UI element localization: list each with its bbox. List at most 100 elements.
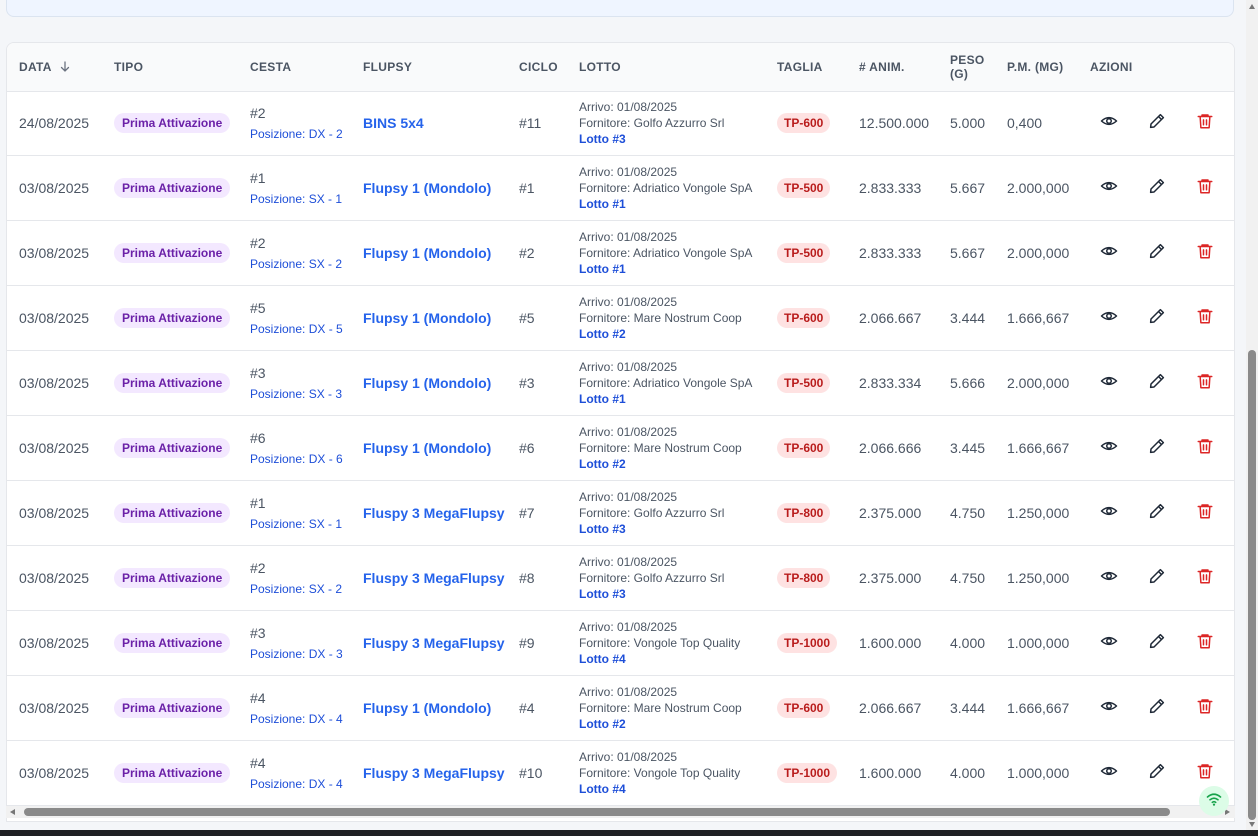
view-button[interactable] [1099, 373, 1119, 393]
edit-button[interactable] [1147, 373, 1167, 393]
delete-button[interactable] [1195, 438, 1215, 458]
cell-date: 03/08/2025 [19, 351, 89, 415]
cell-date: 24/08/2025 [19, 91, 89, 155]
table-row[interactable]: 03/08/2025 Prima Attivazione #5 Posizione: … [7, 286, 1234, 351]
scroll-up-icon[interactable] [1249, 4, 1255, 9]
horizontal-scrollbar-thumb[interactable] [24, 808, 1170, 816]
avg-weight-value: 2.000,000 [1007, 375, 1070, 391]
lot-link[interactable]: Lotto #2 [579, 456, 742, 472]
cell-avg-weight: 2.000,000 [1007, 351, 1069, 415]
delete-button[interactable] [1195, 763, 1215, 783]
cell-type: Prima Attivazione [114, 741, 231, 805]
header-data[interactable]: DATA [19, 43, 70, 91]
flupsy-link[interactable]: Flupsy 1 (Mondolo) [363, 700, 491, 716]
cell-flupsy[interactable]: Fluspy 3 MegaFlupsy [363, 546, 505, 610]
lot-link[interactable]: Lotto #1 [579, 391, 752, 407]
edit-button[interactable] [1147, 438, 1167, 458]
vertical-scrollbar-thumb[interactable] [1248, 350, 1256, 820]
lot-arrival: Arrivo: 01/08/2025 [579, 555, 678, 569]
delete-button[interactable] [1195, 113, 1215, 133]
lot-link[interactable]: Lotto #4 [579, 781, 740, 797]
flupsy-link[interactable]: BINS 5x4 [363, 115, 424, 131]
lot-link[interactable]: Lotto #3 [579, 586, 724, 602]
view-button[interactable] [1099, 178, 1119, 198]
flupsy-link[interactable]: Fluspy 3 MegaFlupsy [363, 570, 505, 586]
vertical-scrollbar[interactable] [1246, 0, 1258, 836]
view-button[interactable] [1099, 308, 1119, 328]
delete-button[interactable] [1195, 503, 1215, 523]
delete-button[interactable] [1195, 243, 1215, 263]
cell-flupsy[interactable]: Flupsy 1 (Mondolo) [363, 156, 491, 220]
cell-flupsy[interactable]: Flupsy 1 (Mondolo) [363, 676, 491, 740]
flupsy-link[interactable]: Flupsy 1 (Mondolo) [363, 375, 491, 391]
edit-button[interactable] [1147, 243, 1167, 263]
lot-link[interactable]: Lotto #2 [579, 716, 742, 732]
edit-button[interactable] [1147, 178, 1167, 198]
basket-position: Posizione: DX - 4 [250, 712, 343, 726]
delete-button[interactable] [1195, 568, 1215, 588]
table-row[interactable]: 03/08/2025 Prima Attivazione #3 Posizione: … [7, 351, 1234, 416]
edit-button[interactable] [1147, 698, 1167, 718]
flupsy-link[interactable]: Flupsy 1 (Mondolo) [363, 245, 491, 261]
table-row[interactable]: 03/08/2025 Prima Attivazione #1 Posizione: … [7, 481, 1234, 546]
cell-flupsy[interactable]: Flupsy 1 (Mondolo) [363, 221, 491, 285]
delete-button[interactable] [1195, 178, 1215, 198]
view-button[interactable] [1099, 503, 1119, 523]
basket-position: Posizione: DX - 3 [250, 647, 343, 661]
weight-value: 4.000 [950, 635, 986, 651]
view-button[interactable] [1099, 568, 1119, 588]
lot-link[interactable]: Lotto #3 [579, 131, 724, 147]
delete-button[interactable] [1195, 633, 1215, 653]
edit-button[interactable] [1147, 763, 1167, 783]
view-button[interactable] [1099, 698, 1119, 718]
edit-button[interactable] [1147, 308, 1167, 328]
cell-flupsy[interactable]: Fluspy 3 MegaFlupsy [363, 741, 505, 805]
view-button[interactable] [1099, 438, 1119, 458]
cell-flupsy[interactable]: Fluspy 3 MegaFlupsy [363, 481, 505, 545]
table-row[interactable]: 03/08/2025 Prima Attivazione #6 Posizione: … [7, 416, 1234, 481]
edit-button[interactable] [1147, 113, 1167, 133]
table-row[interactable]: 03/08/2025 Prima Attivazione #2 Posizione: … [7, 221, 1234, 286]
trash-icon [1196, 437, 1214, 460]
view-button[interactable] [1099, 633, 1119, 653]
scroll-down-icon[interactable] [1249, 822, 1255, 827]
delete-button[interactable] [1195, 373, 1215, 393]
flupsy-link[interactable]: Fluspy 3 MegaFlupsy [363, 505, 505, 521]
flupsy-link[interactable]: Flupsy 1 (Mondolo) [363, 440, 491, 456]
table-row[interactable]: 03/08/2025 Prima Attivazione #1 Posizione: … [7, 156, 1234, 221]
table-row[interactable]: 03/08/2025 Prima Attivazione #4 Posizione: … [7, 741, 1234, 806]
view-button[interactable] [1099, 243, 1119, 263]
delete-button[interactable] [1195, 308, 1215, 328]
view-button[interactable] [1099, 113, 1119, 133]
type-badge: Prima Attivazione [114, 503, 231, 523]
lot-link[interactable]: Lotto #1 [579, 261, 752, 277]
cell-basket: #1 Posizione: SX - 1 [250, 481, 342, 545]
table-row[interactable]: 24/08/2025 Prima Attivazione #2 Posizione: … [7, 91, 1234, 156]
cell-avg-weight: 1.666,667 [1007, 416, 1069, 480]
view-button[interactable] [1099, 763, 1119, 783]
flupsy-link[interactable]: Flupsy 1 (Mondolo) [363, 180, 491, 196]
delete-button[interactable] [1195, 698, 1215, 718]
eye-icon [1100, 112, 1118, 135]
connection-status[interactable] [1199, 786, 1229, 816]
flupsy-link[interactable]: Flupsy 1 (Mondolo) [363, 310, 491, 326]
lot-link[interactable]: Lotto #1 [579, 196, 752, 212]
lot-link[interactable]: Lotto #4 [579, 651, 740, 667]
edit-button[interactable] [1147, 568, 1167, 588]
cell-flupsy[interactable]: BINS 5x4 [363, 91, 424, 155]
edit-button[interactable] [1147, 503, 1167, 523]
cell-flupsy[interactable]: Flupsy 1 (Mondolo) [363, 351, 491, 415]
horizontal-scrollbar[interactable] [6, 806, 1235, 818]
cell-flupsy[interactable]: Fluspy 3 MegaFlupsy [363, 611, 505, 675]
lot-link[interactable]: Lotto #2 [579, 326, 742, 342]
cell-flupsy[interactable]: Flupsy 1 (Mondolo) [363, 416, 491, 480]
lot-link[interactable]: Lotto #3 [579, 521, 724, 537]
table-row[interactable]: 03/08/2025 Prima Attivazione #4 Posizione: … [7, 676, 1234, 741]
cell-flupsy[interactable]: Flupsy 1 (Mondolo) [363, 286, 491, 350]
scroll-left-icon[interactable] [10, 809, 15, 815]
table-row[interactable]: 03/08/2025 Prima Attivazione #3 Posizione: … [7, 611, 1234, 676]
table-row[interactable]: 03/08/2025 Prima Attivazione #2 Posizione: … [7, 546, 1234, 611]
flupsy-link[interactable]: Fluspy 3 MegaFlupsy [363, 765, 505, 781]
edit-button[interactable] [1147, 633, 1167, 653]
flupsy-link[interactable]: Fluspy 3 MegaFlupsy [363, 635, 505, 651]
